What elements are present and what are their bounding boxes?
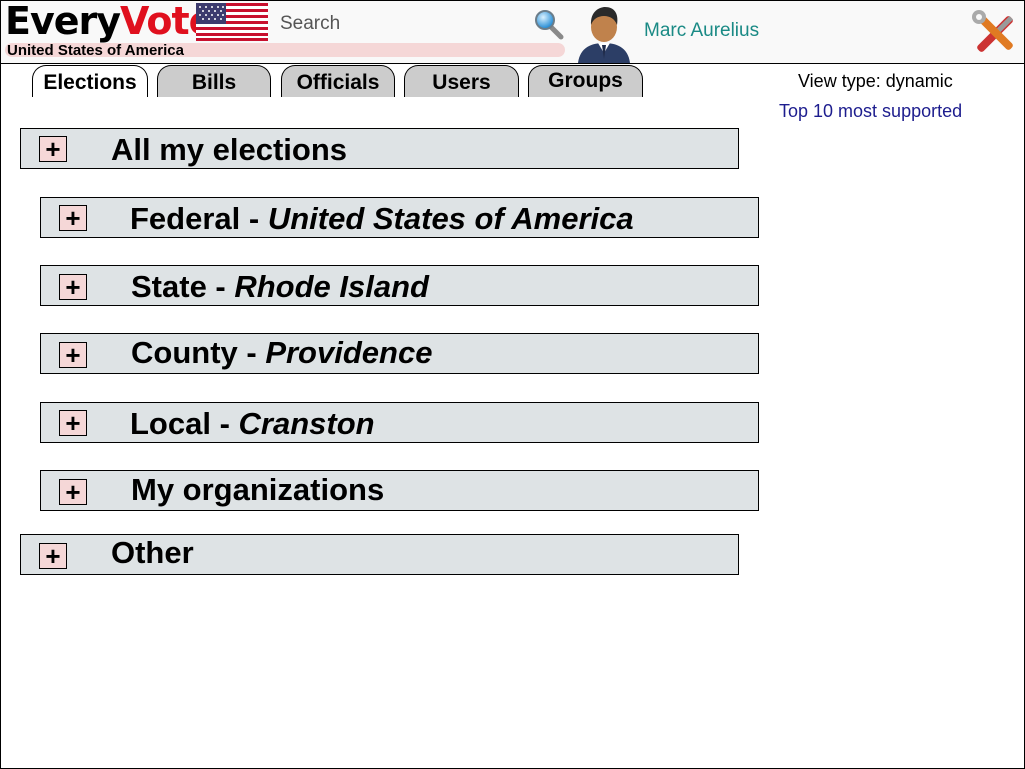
top-10-link[interactable]: Top 10 most supported [779, 101, 962, 122]
section-other[interactable]: + Other [20, 534, 739, 575]
us-flag-icon [196, 3, 268, 41]
logo[interactable]: EveryVote [5, 0, 214, 43]
tab-groups[interactable]: Groups [528, 65, 643, 97]
username-link[interactable]: Marc Aurelius [644, 20, 759, 42]
view-type-label: View type: dynamic [798, 71, 953, 91]
tab-bills[interactable]: Bills [157, 65, 271, 97]
magnifier-icon[interactable] [531, 7, 565, 41]
expand-button[interactable]: + [39, 543, 67, 569]
tools-icon[interactable] [969, 7, 1021, 59]
section-federal[interactable]: + Federal - United States of America [40, 197, 759, 238]
tab-elections[interactable]: Elections [32, 65, 148, 97]
search-input[interactable]: Search [280, 13, 340, 35]
section-all-my-elections[interactable]: + All my elections [20, 128, 739, 169]
tab-users[interactable]: Users [404, 65, 519, 97]
tab-officials[interactable]: Officials [281, 65, 395, 97]
logo-every: Every [5, 0, 121, 43]
section-local[interactable]: + Local - Cranston [40, 402, 759, 443]
section-county[interactable]: + County - Providence [40, 333, 759, 374]
section-title: My organizations [131, 472, 385, 507]
expand-button[interactable]: + [59, 342, 87, 368]
section-title: Federal - United States of America [130, 201, 634, 236]
section-title: Local - Cranston [130, 406, 375, 441]
section-title: State - Rhode Island [131, 269, 429, 304]
user-avatar-icon[interactable] [574, 3, 634, 63]
expand-button[interactable]: + [39, 136, 67, 162]
section-my-organizations[interactable]: + My organizations [40, 470, 759, 511]
section-title: County - Providence [131, 335, 433, 370]
expand-button[interactable]: + [59, 479, 87, 505]
section-state[interactable]: + State - Rhode Island [40, 265, 759, 306]
section-title: Other [111, 535, 194, 570]
header: EveryVote Search United States of Americ… [1, 0, 1024, 64]
country-label: United States of America [7, 42, 184, 59]
expand-button[interactable]: + [59, 205, 87, 231]
expand-button[interactable]: + [59, 274, 87, 300]
section-title: All my elections [111, 132, 348, 167]
expand-button[interactable]: + [59, 410, 87, 436]
